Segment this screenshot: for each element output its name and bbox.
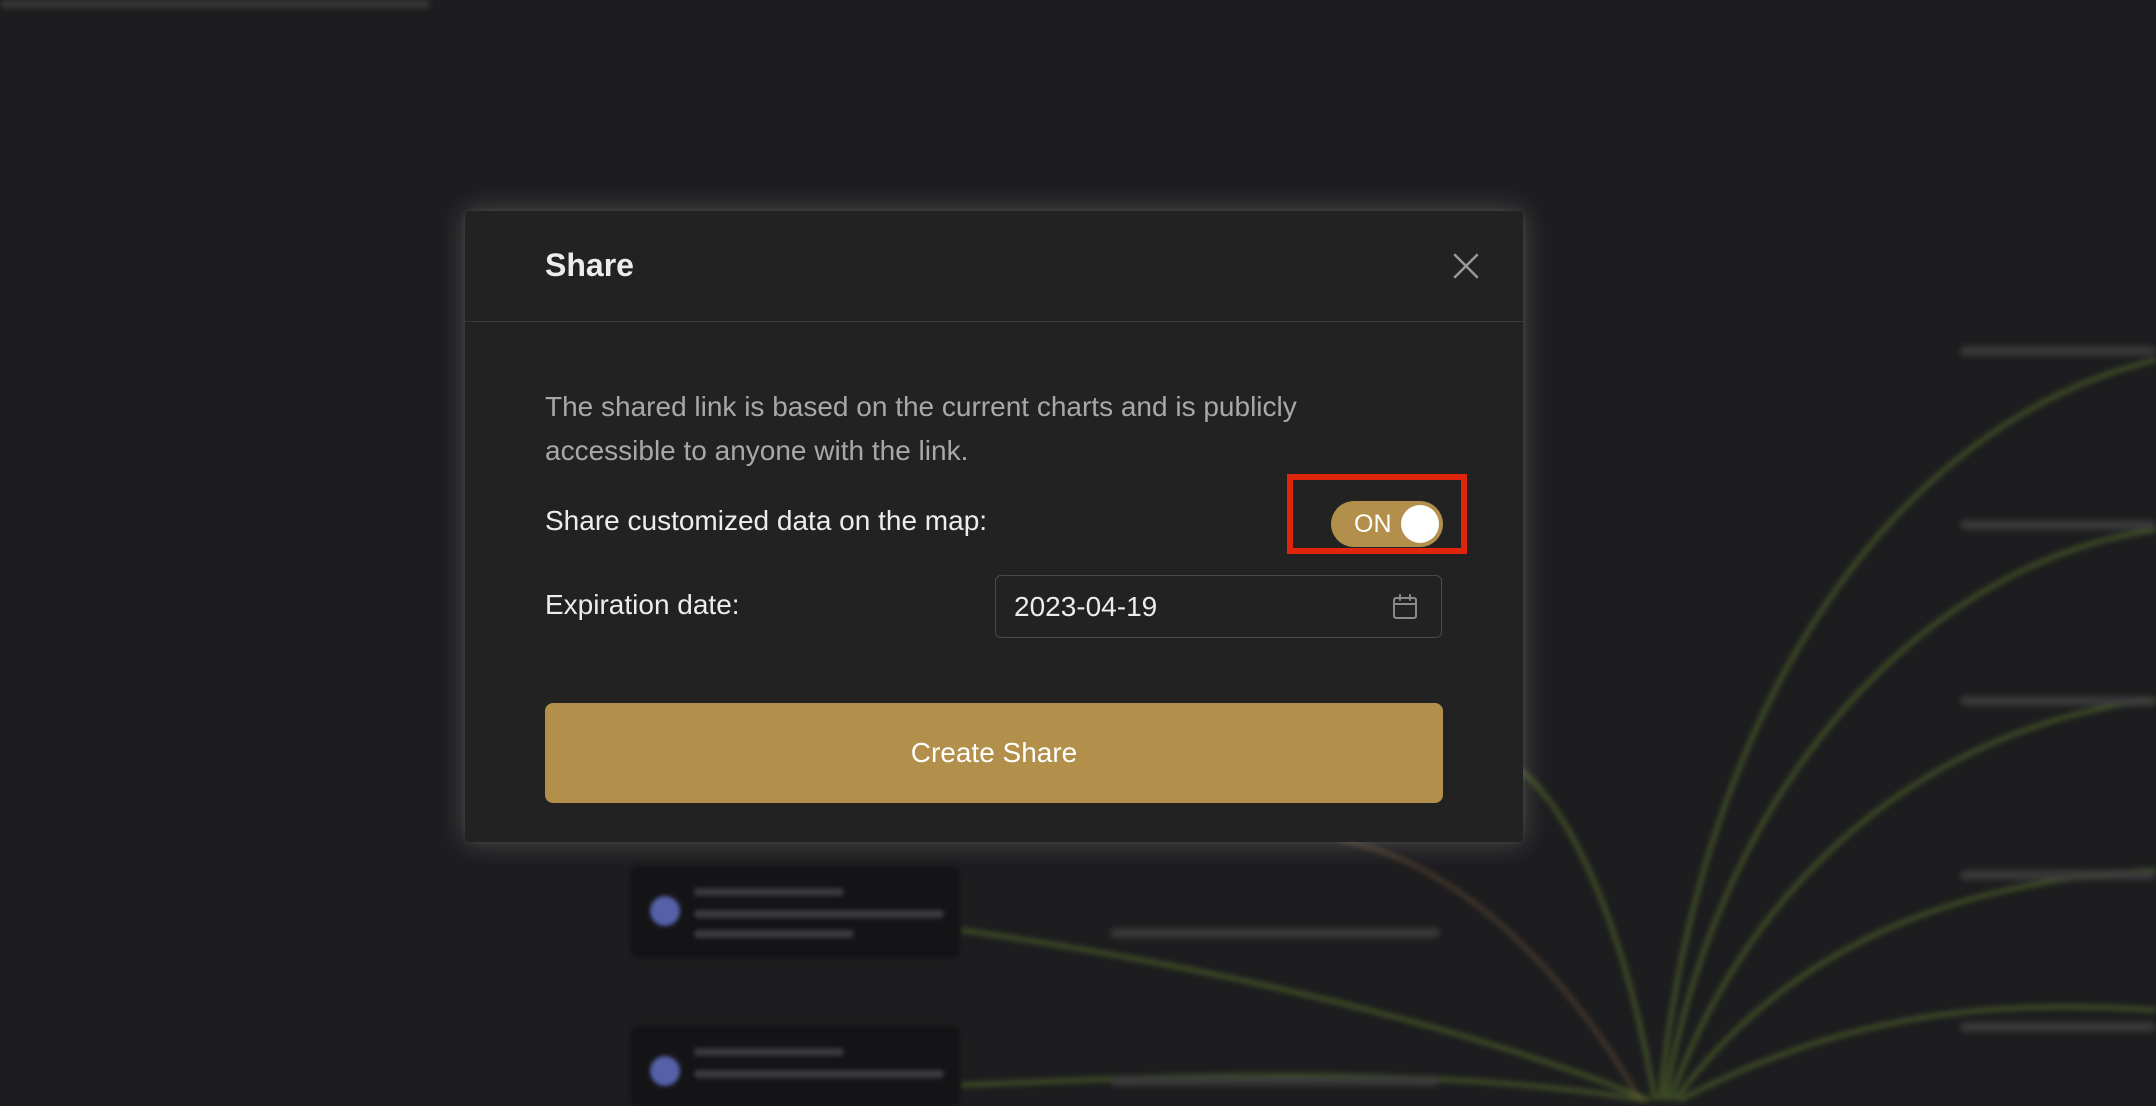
expiration-date-value: 2023-04-19: [1014, 591, 1158, 622]
background-card: [630, 1026, 960, 1106]
toggle-knob: [1401, 505, 1439, 543]
create-share-button[interactable]: Create Share: [545, 703, 1443, 803]
close-icon: [1453, 253, 1479, 279]
share-dialog: Share The shared link is based on the cu…: [465, 211, 1523, 842]
background-card-line: [694, 888, 844, 896]
calendar-icon[interactable]: [1391, 593, 1419, 621]
share-customized-data-toggle[interactable]: ON: [1331, 501, 1443, 547]
create-share-button-label: Create Share: [910, 737, 1078, 768]
dialog-title: Share: [545, 247, 634, 283]
background-card-line: [694, 930, 854, 938]
background-card-line: [694, 1070, 944, 1078]
share-description: The shared link is based on the current …: [545, 391, 1297, 466]
background-card-dot: [650, 896, 680, 926]
background-card-dot: [650, 1056, 680, 1086]
background-card: [630, 866, 960, 958]
expiration-date-input[interactable]: 2023-04-19: [995, 575, 1442, 638]
background-card-line: [694, 1048, 844, 1056]
background-card-line: [694, 910, 944, 918]
share-customized-data-label: Share customized data on the map:: [545, 505, 988, 536]
expiration-date-label: Expiration date:: [545, 589, 740, 620]
close-button[interactable]: [1449, 249, 1483, 283]
dialog-header: Share: [465, 211, 1523, 322]
toggle-state-label: ON: [1354, 510, 1392, 538]
